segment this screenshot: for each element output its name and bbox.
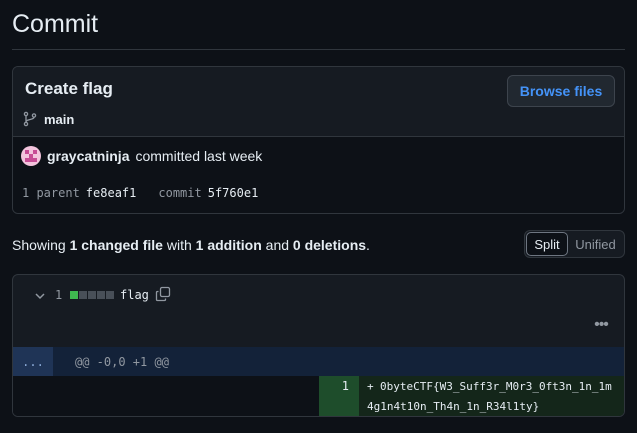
commit-header: Create flag Browse files main <box>13 67 624 136</box>
author-link[interactable]: graycatninja <box>47 148 129 164</box>
diffstat-added-block <box>70 291 78 299</box>
diff-line-added: 1 +0byteCTF{W3_Suff3r_M0r3_0ft3n_1n_1m4g… <box>13 376 624 416</box>
diff-summary: Showing 1 changed file with 1 addition a… <box>12 237 370 253</box>
commit-sha[interactable]: 5f760e1 <box>208 186 259 200</box>
diffstat-neutral-block <box>88 291 96 299</box>
kebab-horizontal-icon[interactable]: ••• <box>591 317 611 333</box>
split-view-button[interactable]: Split <box>526 232 568 256</box>
commit-details: graycatninja committed last week 1 paren… <box>13 136 624 213</box>
diffstat-bar <box>70 291 114 299</box>
branch-name: main <box>44 111 75 127</box>
diff-left-empty <box>13 376 319 416</box>
file-diff: 1 flag ••• ... @@ -0,0 +1 @@ 1 +0byteCTF… <box>12 274 625 417</box>
additions-count: 1 addition <box>195 237 262 253</box>
diffstat-neutral-block <box>97 291 105 299</box>
addition-sign: + <box>367 380 374 393</box>
commit-label: commit <box>158 186 202 200</box>
browse-files-button[interactable]: Browse files <box>507 75 615 107</box>
title-divider <box>12 49 625 50</box>
git-branch-icon <box>23 111 37 127</box>
diff-view-toggle: Split Unified <box>524 230 625 258</box>
parent-label: 1 parent <box>22 186 80 200</box>
hunk-header: @@ -0,0 +1 @@ <box>75 355 169 369</box>
changed-files-count: 1 changed file <box>69 237 163 253</box>
deletions-count: 0 deletions <box>292 237 367 253</box>
avatar[interactable] <box>21 146 41 166</box>
file-header: 1 flag ••• <box>13 275 624 347</box>
commit-title: Create flag <box>25 79 113 98</box>
line-number[interactable]: 1 <box>319 376 359 416</box>
parent-sha-link[interactable]: fe8eaf1 <box>86 186 137 200</box>
chevron-down-icon[interactable] <box>33 289 47 303</box>
author-row: graycatninja committed last week <box>21 146 262 166</box>
commit-card: Create flag Browse files main graycatnin… <box>12 66 625 214</box>
committed-time: committed last week <box>135 148 263 164</box>
page-title: Commit <box>12 10 99 38</box>
diffstat-neutral-block <box>79 291 87 299</box>
expand-hunk-button[interactable]: ... <box>13 347 53 376</box>
copy-icon[interactable] <box>155 286 171 302</box>
file-name-link[interactable]: flag <box>120 288 149 302</box>
unified-view-button[interactable]: Unified <box>568 232 623 256</box>
sha-row: 1 parent fe8eaf1 commit 5f760e1 <box>22 186 258 200</box>
code-text: 0byteCTF{W3_Suff3r_M0r3_0ft3n_1n_1m4g1n4… <box>367 380 612 413</box>
branch-indicator[interactable]: main <box>22 111 74 127</box>
file-change-count: 1 <box>55 288 63 302</box>
hunk-header-row: ... @@ -0,0 +1 @@ <box>13 347 624 376</box>
added-code: +0byteCTF{W3_Suff3r_M0r3_0ft3n_1n_1m4g1n… <box>359 376 624 416</box>
diffstat-neutral-block <box>106 291 114 299</box>
